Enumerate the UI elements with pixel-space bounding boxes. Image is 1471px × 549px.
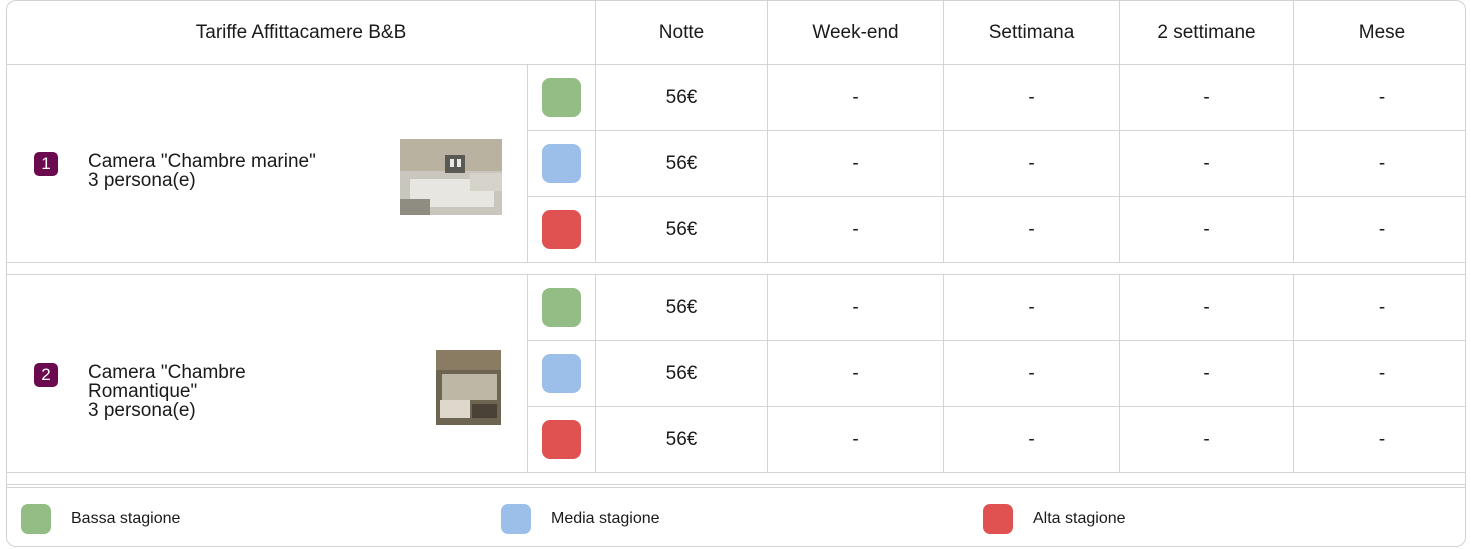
legend-swatch-bassa <box>21 504 51 534</box>
season-swatch-alta <box>542 210 581 249</box>
column-header-weekend: Week-end <box>767 1 945 65</box>
rate-mese: - <box>1293 340 1465 407</box>
season-cell <box>526 340 597 407</box>
rate-settimana: - <box>943 274 1121 341</box>
rate-2-settimane: - <box>1119 196 1295 263</box>
column-header-notte: Notte <box>595 1 769 65</box>
season-swatch-bassa <box>542 78 581 117</box>
separator-cell <box>7 472 1465 485</box>
row-separator <box>7 472 1465 485</box>
column-header-mese: Mese <box>1293 1 1465 65</box>
rate-2-settimane: - <box>1119 274 1295 341</box>
rate-settimana: - <box>943 406 1121 473</box>
legend-swatch-media <box>501 504 531 534</box>
row-separator <box>7 262 1465 275</box>
rate-mese: - <box>1293 196 1465 263</box>
room-info: Camera "Chambre Romantique" 3 persona(e) <box>88 363 318 420</box>
season-cell <box>526 130 597 197</box>
rate-mese: - <box>1293 406 1465 473</box>
rate-settimana: - <box>943 196 1121 263</box>
season-swatch-media <box>542 354 581 393</box>
rate-mese: - <box>1293 64 1465 131</box>
rate-weekend: - <box>767 130 945 197</box>
rate-notte: 56€ <box>595 274 769 341</box>
season-cell <box>526 274 597 341</box>
rate-mese: - <box>1293 130 1465 197</box>
rate-settimana: - <box>943 340 1121 407</box>
rate-mese: - <box>1293 274 1465 341</box>
rate-settimana: - <box>943 64 1121 131</box>
rate-2-settimane: - <box>1119 340 1295 407</box>
column-header-settimana: Settimana <box>943 1 1121 65</box>
room-info: Camera "Chambre marine" 3 persona(e) <box>88 152 316 190</box>
season-cell <box>526 196 597 263</box>
season-cell <box>526 64 597 131</box>
table-title: Tariffe Affittacamere B&B <box>7 1 597 65</box>
room-photo[interactable] <box>400 139 502 215</box>
room-name: Camera "Chambre marine" <box>88 151 316 172</box>
room-capacity: 3 persona(e) <box>88 170 196 191</box>
season-cell <box>526 406 597 473</box>
room-cell-2: 2 Camera "Chambre Romantique" 3 persona(… <box>7 274 528 473</box>
season-legend: Bassa stagione Media stagione Alta stagi… <box>7 487 1465 546</box>
column-header-2-settimane: 2 settimane <box>1119 1 1295 65</box>
room-capacity: 3 persona(e) <box>88 400 196 421</box>
rate-notte: 56€ <box>595 64 769 131</box>
legend-label-bassa: Bassa stagione <box>71 510 181 527</box>
rates-panel: Tariffe Affittacamere B&B Notte Week-end… <box>6 0 1466 547</box>
room-cell-1: 1 Camera "Chambre marine" 3 persona(e) <box>7 64 528 263</box>
rate-notte: 56€ <box>595 406 769 473</box>
room-name: Camera "Chambre Romantique" <box>88 362 246 402</box>
rate-notte: 56€ <box>595 130 769 197</box>
season-swatch-alta <box>542 420 581 459</box>
rate-weekend: - <box>767 340 945 407</box>
rate-2-settimane: - <box>1119 130 1295 197</box>
rates-table: Tariffe Affittacamere B&B Notte Week-end… <box>7 1 1465 485</box>
legend-label-media: Media stagione <box>551 510 660 527</box>
rate-weekend: - <box>767 274 945 341</box>
rate-2-settimane: - <box>1119 64 1295 131</box>
header-row: Tariffe Affittacamere B&B Notte Week-end… <box>7 1 1465 65</box>
legend-label-alta: Alta stagione <box>1033 510 1126 527</box>
legend-swatch-alta <box>983 504 1013 534</box>
separator-cell <box>7 262 1465 275</box>
rate-weekend: - <box>767 64 945 131</box>
room-number-badge: 2 <box>34 363 58 387</box>
rate-weekend: - <box>767 406 945 473</box>
rate-2-settimane: - <box>1119 406 1295 473</box>
season-swatch-bassa <box>542 288 581 327</box>
room-photo[interactable] <box>436 350 501 425</box>
rate-settimana: - <box>943 130 1121 197</box>
room-number-badge: 1 <box>34 152 58 176</box>
season-swatch-media <box>542 144 581 183</box>
table-row: 1 Camera "Chambre marine" 3 persona(e) 5… <box>7 64 1465 263</box>
table-row: 2 Camera "Chambre Romantique" 3 persona(… <box>7 274 1465 473</box>
rate-notte: 56€ <box>595 340 769 407</box>
rate-weekend: - <box>767 196 945 263</box>
rate-notte: 56€ <box>595 196 769 263</box>
